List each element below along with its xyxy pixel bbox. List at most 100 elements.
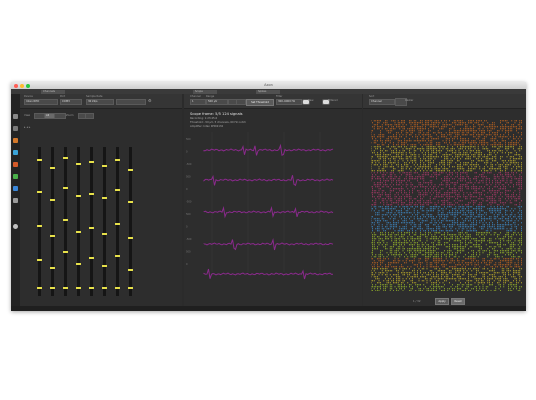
raster-row bbox=[375, 154, 521, 156]
raster-row bbox=[371, 222, 522, 224]
raster-row bbox=[371, 134, 522, 136]
raster-row bbox=[373, 124, 521, 126]
raster-row bbox=[372, 126, 522, 128]
channel-select[interactable]: 1 bbox=[190, 99, 206, 105]
scope-info-line-2: Threshold: -50 µV, 5 channels, 60 Hz not… bbox=[190, 121, 246, 124]
raster-row bbox=[371, 150, 521, 152]
channel-meter[interactable] bbox=[76, 147, 81, 296]
raster-row bbox=[371, 208, 521, 210]
channel-meter[interactable] bbox=[37, 147, 42, 296]
meter-level-mark bbox=[63, 157, 68, 159]
step-up-button[interactable] bbox=[236, 99, 246, 105]
meter-level-mark bbox=[115, 223, 120, 225]
raster-row bbox=[371, 142, 519, 144]
set-threshold-button[interactable]: Set Threshold bbox=[246, 98, 274, 106]
raster-row bbox=[371, 192, 521, 194]
raster-count: 1 / 32 bbox=[413, 300, 421, 303]
meter-level-mark bbox=[115, 189, 120, 191]
channel-meter[interactable] bbox=[102, 147, 107, 296]
raster-toolbar: Sort Channel Raster bbox=[363, 94, 526, 109]
meter-level-mark bbox=[50, 167, 55, 169]
raster-row bbox=[375, 278, 521, 280]
raster-row bbox=[372, 234, 522, 236]
channel-meter[interactable] bbox=[63, 147, 68, 296]
range-label: Range bbox=[206, 95, 215, 98]
y-tick-label: 0 bbox=[186, 226, 188, 229]
filter-select[interactable]: 300–6000 Hz bbox=[276, 99, 302, 105]
meter-level-mark bbox=[50, 199, 55, 201]
y-tick-label: 0 bbox=[186, 188, 188, 191]
raster-row bbox=[372, 200, 522, 202]
filter-icon[interactable] bbox=[13, 174, 18, 179]
port-select[interactable]: COM3 bbox=[60, 99, 82, 105]
raster-row bbox=[371, 160, 516, 162]
meter-level-mark bbox=[37, 287, 42, 289]
port-label: Port bbox=[60, 95, 66, 98]
preset-select[interactable] bbox=[116, 99, 146, 105]
zoom-in-button[interactable] bbox=[85, 113, 94, 119]
raster-row bbox=[371, 226, 522, 228]
scope-panel: Channel 1 Range 500 µV Set Threshold Fil… bbox=[184, 94, 362, 311]
range-select[interactable]: 500 µV bbox=[206, 99, 228, 105]
raster-row bbox=[371, 288, 521, 290]
channel-meter[interactable] bbox=[50, 147, 55, 296]
sort-select[interactable]: Channel bbox=[369, 99, 395, 105]
y-tick-label: 500 bbox=[186, 213, 191, 216]
meter-level-mark bbox=[63, 219, 68, 221]
meter-level-mark bbox=[115, 255, 120, 257]
raster-row bbox=[371, 166, 522, 168]
meter-level-mark bbox=[128, 169, 133, 171]
meter-level-mark bbox=[128, 201, 133, 203]
view-label: View bbox=[24, 114, 31, 117]
grid-icon[interactable] bbox=[13, 126, 18, 131]
raster-row bbox=[373, 202, 521, 204]
channel-meter[interactable] bbox=[128, 147, 133, 296]
meter-level-mark bbox=[89, 257, 94, 259]
list-icon[interactable] bbox=[13, 114, 18, 119]
scope-trace bbox=[203, 175, 334, 187]
raster-row bbox=[371, 220, 519, 222]
raster-row bbox=[371, 172, 522, 174]
reset-button[interactable]: Reset bbox=[451, 298, 465, 305]
help-icon[interactable] bbox=[13, 198, 18, 203]
device-select[interactable]: Intan RHD bbox=[24, 99, 58, 105]
spike-icon[interactable] bbox=[13, 162, 18, 167]
scope-plot[interactable]: 500 0 -500 500 0 -500 500 0 -500 500 0 bbox=[184, 132, 362, 302]
y-tick-label: -500 bbox=[186, 163, 192, 166]
meter-level-mark bbox=[115, 159, 120, 161]
raster-row bbox=[371, 290, 521, 291]
scope-trace bbox=[203, 143, 334, 156]
settings-icon[interactable] bbox=[13, 186, 18, 191]
raster-row bbox=[371, 282, 522, 284]
spike-raster[interactable] bbox=[371, 119, 522, 291]
y-tick-label: 0 bbox=[186, 151, 188, 154]
raster-row bbox=[371, 162, 522, 164]
raster-row bbox=[377, 144, 521, 146]
raster-row bbox=[371, 264, 522, 266]
status-bar bbox=[11, 306, 526, 311]
scope-trace bbox=[203, 268, 334, 280]
meter-level-mark bbox=[89, 287, 94, 289]
gear-icon[interactable]: ⚙ bbox=[148, 98, 152, 103]
channel-meter[interactable] bbox=[115, 147, 120, 296]
raster-row bbox=[371, 242, 522, 244]
raster-row bbox=[371, 176, 522, 178]
record-icon[interactable] bbox=[13, 138, 18, 143]
rate-select[interactable]: 30 kS/s bbox=[86, 99, 114, 105]
raster-row bbox=[371, 232, 522, 234]
meters-header-icons: ▸ ◂ ▸ bbox=[24, 125, 31, 129]
raster-row bbox=[372, 266, 521, 268]
raster-row bbox=[371, 120, 522, 122]
raster-row bbox=[372, 248, 521, 250]
scope-icon[interactable] bbox=[13, 150, 18, 155]
raster-row bbox=[371, 216, 522, 218]
raster-row bbox=[371, 270, 521, 272]
apply-button[interactable]: Apply bbox=[435, 298, 449, 305]
raster-row bbox=[371, 286, 522, 288]
raster-row bbox=[372, 228, 522, 230]
channel-meter[interactable] bbox=[89, 147, 94, 296]
view-toggle-b[interactable] bbox=[54, 113, 66, 119]
info-icon[interactable] bbox=[13, 224, 18, 229]
raster-row bbox=[371, 186, 522, 188]
raster-row bbox=[371, 280, 521, 282]
